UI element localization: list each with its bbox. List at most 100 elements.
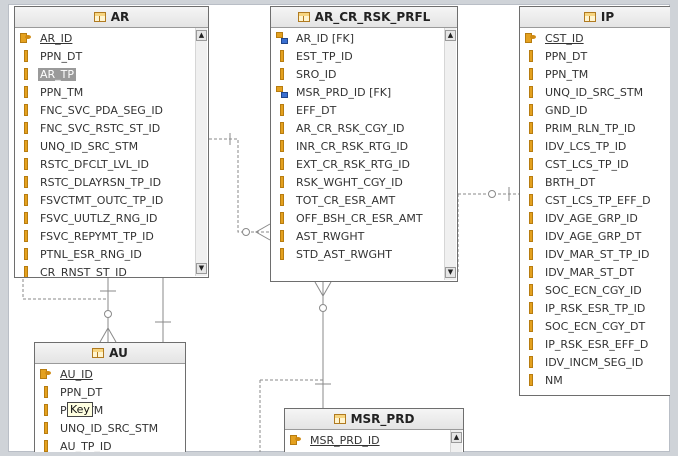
column-row[interactable]: CST_LCS_TP_EFF_D [520,191,670,209]
table-ip-header[interactable]: IP [520,7,670,28]
column-row[interactable]: PPN_DT [35,383,185,401]
table-ar-cr-rsk-prfl-scrollbar[interactable]: ▲ ▼ [444,28,456,280]
column-row[interactable]: OFF_BSH_CR_ESR_AMT [271,209,457,227]
table-ar-cr-rsk-prfl[interactable]: AR_CR_RSK_PRFL AR_ID [FK] EST_TP_ID SRO_ID… [270,6,458,282]
column-row[interactable]: EXT_CR_RSK_RTG_ID [271,155,457,173]
primary-key-column[interactable]: AR_ID [15,29,208,47]
column-row[interactable]: FSVC_REPYMT_TP_ID [15,227,208,245]
attribute-icon [525,284,537,296]
column-row[interactable]: PRIM_RLN_TP_ID [520,119,670,137]
attribute-icon [525,248,537,260]
column-row[interactable]: GND_ID [520,101,670,119]
table-ip[interactable]: IP CST_ID PPN_DT PPN_TM UNQ_ID_SRC_STM GND_I… [519,6,670,396]
column-row[interactable]: PPN_TM [35,401,185,419]
column-row[interactable]: FNC_SVC_PDA_SEG_ID [15,101,208,119]
er-diagram-canvas[interactable]: AR AR_ID PPN_DT AR_TP PPN_TM FNC_SVC_PDA_SEG… [8,4,670,452]
primary-key-column[interactable]: MSR_PRD_ID [285,431,463,449]
column-row[interactable]: EFF_DT [271,101,457,119]
column-row[interactable]: PTNL_ESR_RNG_ID [15,245,208,263]
table-au-header[interactable]: AU [35,343,185,364]
table-ar[interactable]: AR AR_ID PPN_DT AR_TP PPN_TM FNC_SVC_PDA_SEG… [14,6,209,278]
column-name: SRO_ID [296,67,337,81]
column-name: IDV_MAR_ST_TP_ID [545,247,650,261]
column-row[interactable]: AST_RWGHT [271,227,457,245]
column-row[interactable]: EST_TP_ID [271,47,457,65]
column-row[interactable]: STD_AST_RWGHT [271,245,457,263]
column-name: SOC_ECN_CGY_ID [545,283,642,297]
column-row[interactable]: FSVC_UUTLZ_RNG_ID [15,209,208,227]
column-row[interactable]: UNQ_ID_SRC_STM [15,137,208,155]
column-row[interactable]: IDV_MAR_ST_TP_ID [520,245,670,263]
column-row[interactable]: TOT_CR_ESR_AMT [271,191,457,209]
column-row[interactable]: UNQ_ID_SRC_STM [520,83,670,101]
attribute-icon [40,386,52,398]
column-row[interactable]: RSTC_DFCLT_LVL_ID [15,155,208,173]
column-row[interactable]: AU_TP_ID [35,437,185,452]
column-name: NM [545,373,563,387]
attribute-icon [20,50,32,62]
column-name: AR_ID [40,31,73,45]
column-row[interactable]: AR_TP [15,65,208,83]
scroll-up-arrow-icon[interactable]: ▲ [445,30,456,41]
column-row[interactable]: INR_CR_RSK_RTG_ID [271,137,457,155]
column-row[interactable]: IDV_INCM_SEG_ID [520,353,670,371]
column-row[interactable]: NM [520,371,670,389]
attribute-icon [525,320,537,332]
attribute-icon [525,176,537,188]
table-ar-columns: AR_ID PPN_DT AR_TP PPN_TM FNC_SVC_PDA_SEG_ID… [15,28,208,277]
column-row[interactable]: RSTC_DLAYRSN_TP_ID [15,173,208,191]
column-row[interactable]: PPN_TM [520,65,670,83]
foreign-key-column[interactable]: AR_ID [FK] [271,29,457,47]
column-name: OFF_BSH_CR_ESR_AMT [296,211,423,225]
column-row[interactable]: BRTH_DT [520,173,670,191]
primary-key-column[interactable]: AU_ID [35,365,185,383]
table-ar-header[interactable]: AR [15,7,208,28]
scroll-up-arrow-icon[interactable]: ▲ [451,432,462,443]
column-row[interactable]: IDV_AGE_GRP_ID [520,209,670,227]
column-name: SOC_ECN_CGY_DT [545,319,646,333]
column-row[interactable]: UNQ_ID_SRC_STM [35,419,185,437]
column-row[interactable]: PPN_TM [15,83,208,101]
table-ar-cr-rsk-prfl-header[interactable]: AR_CR_RSK_PRFL [271,7,457,28]
scroll-down-arrow-icon[interactable]: ▼ [196,263,207,274]
column-name: FSVC_UUTLZ_RNG_ID [40,211,158,225]
attribute-icon [525,374,537,386]
table-au[interactable]: AU AU_ID PPN_DT PPN_TM UNQ_ID_SRC_STM AU_TP_… [34,342,186,452]
column-row[interactable]: SRO_ID [271,65,457,83]
attribute-icon [276,212,288,224]
column-row[interactable]: FSVCTMT_OUTC_TP_ID [15,191,208,209]
scroll-down-arrow-icon[interactable]: ▼ [445,267,456,278]
attribute-icon [525,104,537,116]
column-row[interactable]: CR_RNST_ST_ID [15,263,208,277]
column-name: IDV_LCS_TP_ID [545,139,627,153]
column-row[interactable]: IDV_LCS_TP_ID [520,137,670,155]
column-row[interactable]: FNC_SVC_RSTC_ST_ID [15,119,208,137]
column-name: PTNL_ESR_RNG_ID [40,247,142,261]
column-row[interactable]: SOC_ECN_CGY_ID [520,281,670,299]
column-row[interactable]: IDV_AGE_GRP_DT [520,227,670,245]
column-row[interactable]: IP_RSK_ESR_TP_ID [520,299,670,317]
attribute-icon [20,86,32,98]
column-name: AR_ID [FK] [296,31,355,45]
column-row[interactable]: SOC_ECN_CGY_DT [520,317,670,335]
table-msr-prd[interactable]: MSR_PRD MSR_PRD_ID MSR_PRD_TP_ID ▲ [284,408,464,452]
table-msr-prd-scrollbar[interactable]: ▲ [450,430,462,452]
column-row[interactable]: PPN_DT [15,47,208,65]
attribute-icon [276,230,288,242]
table-ar-scrollbar[interactable]: ▲ ▼ [195,28,207,276]
column-row[interactable]: PPN_DT [520,47,670,65]
table-msr-prd-header[interactable]: MSR_PRD [285,409,463,430]
foreign-key-column[interactable]: MSR_PRD_ID [FK] [271,83,457,101]
column-name: FSVCTMT_OUTC_TP_ID [40,193,164,207]
column-name: AU_TP_ID [60,439,112,453]
attribute-icon [525,266,537,278]
primary-key-column[interactable]: CST_ID [520,29,670,47]
attribute-icon [525,140,537,152]
column-row[interactable]: CST_LCS_TP_ID [520,155,670,173]
column-row[interactable]: AR_CR_RSK_CGY_ID [271,119,457,137]
column-row[interactable]: IDV_MAR_ST_DT [520,263,670,281]
scroll-up-arrow-icon[interactable]: ▲ [196,30,207,41]
column-row[interactable]: IP_RSK_ESR_EFF_D [520,335,670,353]
column-row[interactable]: MSR_PRD_TP_ID [285,449,463,453]
column-row[interactable]: RSK_WGHT_CGY_ID [271,173,457,191]
